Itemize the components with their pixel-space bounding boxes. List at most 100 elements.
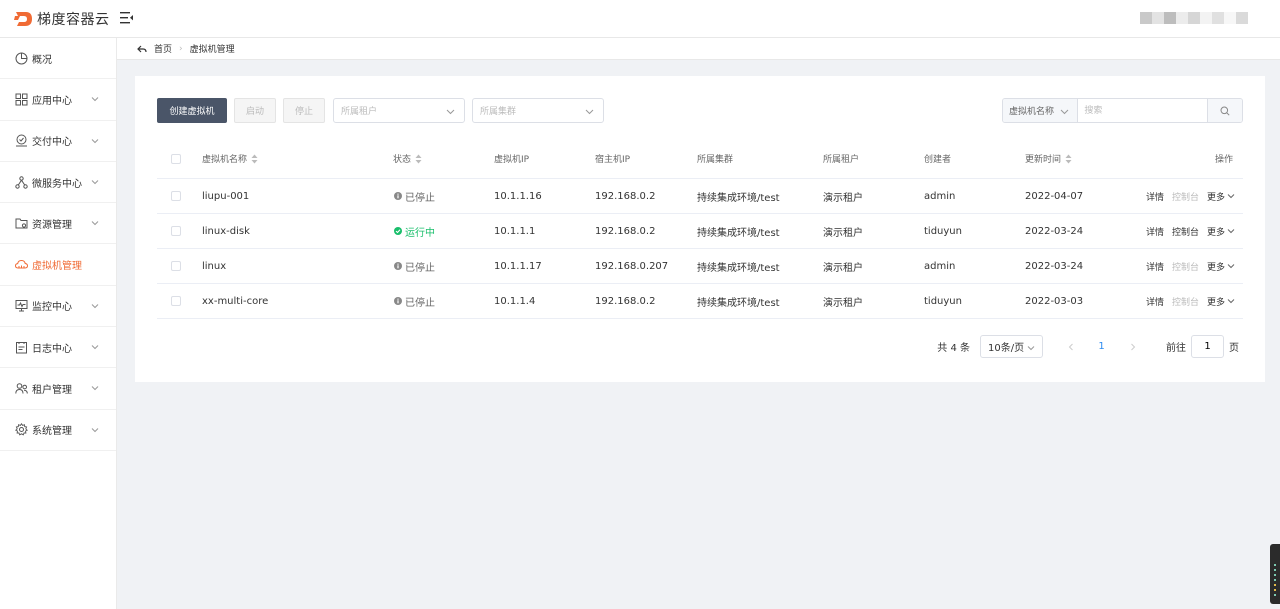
tenant-icon xyxy=(15,383,28,394)
pagination: 共 4 条 10条/页 1 前往 页 xyxy=(937,335,1239,358)
chevron-left-icon xyxy=(1068,343,1073,350)
cell-vm-ip: 10.1.1.1 xyxy=(494,225,536,237)
more-dropdown[interactable]: 更多 xyxy=(1207,295,1235,308)
monitor-icon xyxy=(15,300,28,312)
row-checkbox[interactable] xyxy=(171,191,181,201)
sidebar-item-tenant-management[interactable]: 租户管理 xyxy=(0,368,116,410)
detail-link[interactable]: 详情 xyxy=(1146,295,1164,308)
console-link[interactable]: 控制台 xyxy=(1172,225,1199,238)
cluster-select-placeholder: 所属集群 xyxy=(480,107,517,117)
cell-cluster: 持续集成环境/test xyxy=(697,192,780,204)
table-row: linux 已停止 10.1.1.17 192.168.0.207 持续集成环境… xyxy=(157,249,1243,284)
header-status-label: 状态 xyxy=(393,155,412,165)
row-checkbox[interactable] xyxy=(171,296,181,306)
cell-creator: tiduyun xyxy=(924,225,962,237)
cell-actions: 详情 控制台 更多 xyxy=(1146,179,1235,213)
table-row: linux-disk 运行中 10.1.1.1 192.168.0.2 持续集成… xyxy=(157,214,1243,249)
sidebar-item-resource-management[interactable]: 资源管理 xyxy=(0,203,116,245)
goto-suffix: 页 xyxy=(1229,343,1239,354)
cluster-select[interactable]: 所属集群 xyxy=(472,98,604,123)
tenant-select[interactable]: 所属租户 xyxy=(333,98,465,123)
more-dropdown[interactable]: 更多 xyxy=(1207,190,1235,203)
header-cluster: 所属集群 xyxy=(697,155,734,165)
prev-page-button[interactable] xyxy=(1057,335,1084,358)
search-button[interactable] xyxy=(1207,99,1242,122)
sidebar-item-label: 租户管理 xyxy=(32,385,72,397)
sidebar-item-overview[interactable]: 概况 xyxy=(0,38,116,80)
sidebar-item-app-center[interactable]: 应用中心 xyxy=(0,79,116,121)
table-header-row: 虚拟机名称 状态 虚拟机IP 宿主机IP 所属集群 所属租户 创建者 更新时间 … xyxy=(157,139,1243,179)
sidebar-item-log-center[interactable]: 日志中心 xyxy=(0,327,116,369)
chevron-down-icon xyxy=(91,138,99,143)
sidebar-item-label: 日志中心 xyxy=(32,343,72,355)
header-host-ip: 宿主机IP xyxy=(595,155,631,165)
detail-link[interactable]: 详情 xyxy=(1146,225,1164,238)
sidebar-item-system-management[interactable]: 系统管理 xyxy=(0,410,116,451)
chevron-down-icon xyxy=(91,345,99,350)
search-type-select[interactable]: 虚拟机名称 xyxy=(1003,99,1079,122)
cloud-vm-icon xyxy=(15,260,28,269)
status-text: 已停止 xyxy=(405,192,435,204)
row-select-cell xyxy=(171,214,181,248)
chevron-down-icon xyxy=(1227,229,1235,234)
cell-cluster: 持续集成环境/test xyxy=(697,297,780,309)
sidebar-item-delivery-center[interactable]: 交付中心 xyxy=(0,121,116,162)
console-link[interactable]: 控制台 xyxy=(1172,260,1199,273)
header-updated[interactable]: 更新时间 xyxy=(1025,139,1072,178)
menu-collapse-icon[interactable] xyxy=(120,12,134,24)
detail-link[interactable]: 详情 xyxy=(1146,190,1164,203)
cell-status: 已停止 xyxy=(394,284,435,318)
header-actions: 操作 xyxy=(1214,155,1233,165)
cell-status: 已停止 xyxy=(394,249,435,283)
cell-name: xx-multi-core xyxy=(202,295,269,307)
breadcrumb-current: 虚拟机管理 xyxy=(189,45,235,55)
search-icon xyxy=(1220,106,1230,116)
status-text: 运行中 xyxy=(405,227,435,239)
back-arrow-icon[interactable] xyxy=(137,44,147,54)
sidebar-item-microservice-center[interactable]: 微服务中心 xyxy=(0,162,116,204)
console-link[interactable]: 控制台 xyxy=(1172,190,1199,203)
start-button[interactable]: 启动 xyxy=(234,98,276,123)
floating-monitor-widget[interactable] xyxy=(1270,544,1280,604)
cell-updated: 2022-03-03 xyxy=(1025,295,1084,307)
cell-tenant: 演示租户 xyxy=(823,227,863,239)
header-vm-ip: 虚拟机IP xyxy=(494,155,530,165)
sidebar-item-label: 监控中心 xyxy=(32,302,72,314)
sort-icon xyxy=(251,154,258,163)
select-all-checkbox[interactable] xyxy=(171,153,181,164)
header-name[interactable]: 虚拟机名称 xyxy=(202,139,258,178)
top-bar: 梯度容器云 xyxy=(0,0,1280,38)
next-page-button[interactable] xyxy=(1119,335,1146,358)
detail-link[interactable]: 详情 xyxy=(1146,260,1164,273)
cell-host-ip: 192.168.0.2 xyxy=(595,225,656,237)
more-dropdown[interactable]: 更多 xyxy=(1207,225,1235,238)
app-logo[interactable]: 梯度容器云 xyxy=(14,9,110,29)
sidebar-item-label: 应用中心 xyxy=(32,95,72,107)
search-input[interactable] xyxy=(1078,99,1208,122)
cell-updated: 2022-03-24 xyxy=(1025,260,1084,272)
cell-updated: 2022-03-24 xyxy=(1025,225,1084,237)
console-link[interactable]: 控制台 xyxy=(1172,295,1199,308)
stop-button[interactable]: 停止 xyxy=(283,98,325,123)
header-name-label: 虚拟机名称 xyxy=(202,155,248,165)
sidebar-item-vm-management[interactable]: 虚拟机管理 xyxy=(0,244,116,286)
breadcrumb-home[interactable]: 首页 xyxy=(154,42,172,55)
row-checkbox[interactable] xyxy=(171,226,181,236)
chevron-down-icon xyxy=(585,109,594,115)
user-avatar-blurred[interactable] xyxy=(1140,12,1248,24)
cell-actions: 详情 控制台 更多 xyxy=(1146,284,1235,318)
header-status[interactable]: 状态 xyxy=(393,139,422,178)
create-vm-button[interactable]: 创建虚拟机 xyxy=(157,98,227,123)
page-number-current[interactable]: 1 xyxy=(1088,335,1115,358)
goto-page-input[interactable] xyxy=(1191,335,1224,358)
search-group: 虚拟机名称 xyxy=(1002,98,1243,123)
sidebar-item-monitor-center[interactable]: 监控中心 xyxy=(0,286,116,328)
chevron-down-icon xyxy=(91,180,99,185)
cell-vm-ip: 10.1.1.4 xyxy=(494,295,536,307)
cell-tenant: 演示租户 xyxy=(823,297,863,309)
page-size-select[interactable]: 10条/页 xyxy=(980,335,1043,358)
page-size-label: 10条/页 xyxy=(988,343,1025,354)
resource-icon xyxy=(15,218,28,229)
row-checkbox[interactable] xyxy=(171,261,181,271)
more-dropdown[interactable]: 更多 xyxy=(1207,260,1235,273)
